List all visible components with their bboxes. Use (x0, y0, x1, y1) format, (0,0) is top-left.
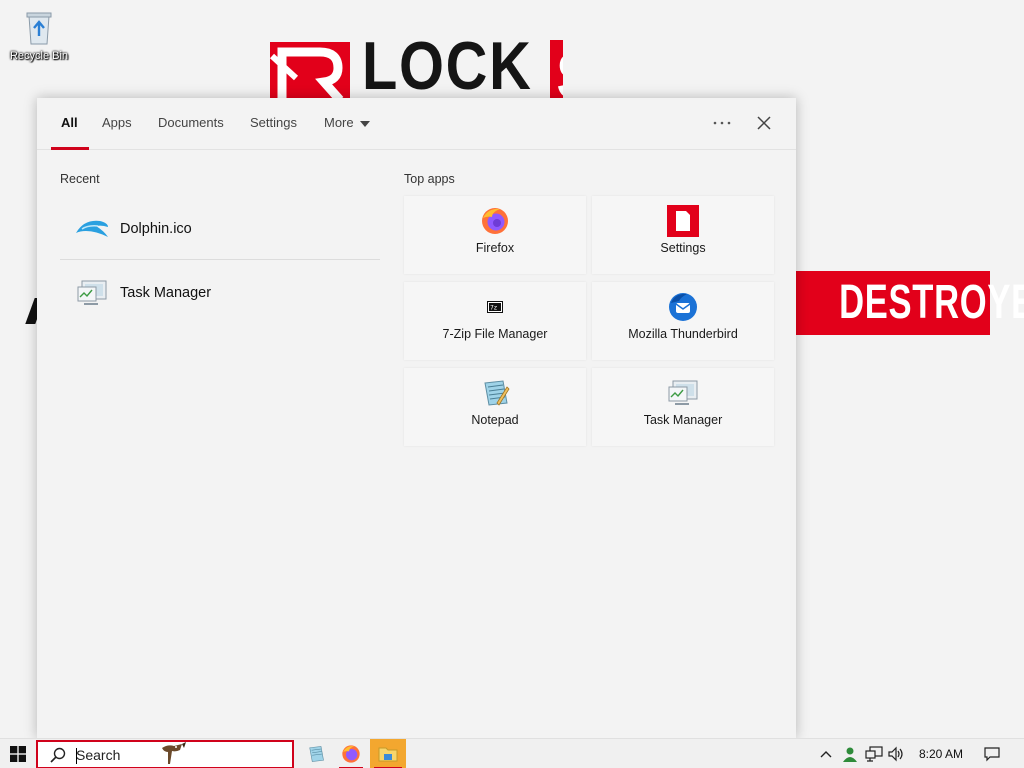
firefox-icon (342, 745, 360, 763)
top-app-settings[interactable]: Settings (592, 196, 774, 274)
recycle-bin-label: Recycle Bin (9, 50, 69, 62)
wallpaper-logo (269, 42, 350, 100)
thunderbird-icon (667, 291, 699, 323)
recent-item-label: Dolphin.ico (120, 221, 192, 237)
wallpaper-destroyed-text: DESTROYED (839, 276, 1024, 329)
more-options-button[interactable] (708, 110, 736, 136)
top-app-label: Firefox (475, 241, 515, 255)
wallpaper-lock-text: LOCK (362, 38, 533, 100)
task-manager-icon (667, 377, 699, 409)
top-app-label: Mozilla Thunderbird (628, 327, 738, 341)
network-icon (865, 746, 883, 762)
taskbar-clock[interactable]: 8:20 AM (910, 739, 972, 768)
settings-icon (667, 205, 699, 237)
file-explorer-icon (378, 747, 398, 762)
tab-more-label: More (324, 115, 354, 130)
taskbar-notepad[interactable] (300, 739, 332, 768)
svg-text:7z: 7z (490, 305, 497, 312)
search-highlight-icon (162, 742, 186, 764)
top-app-7zip[interactable]: 7z 7-Zip File Manager (404, 282, 586, 360)
close-icon (757, 116, 771, 130)
text-cursor (76, 748, 77, 764)
7zip-icon: 7z (479, 291, 511, 323)
recycle-bin-icon (19, 8, 59, 48)
recent-divider (60, 259, 380, 260)
task-manager-icon (74, 279, 110, 307)
start-button[interactable] (0, 739, 36, 768)
recent-heading: Recent (60, 172, 100, 186)
close-button[interactable] (750, 110, 778, 136)
taskbar-search-box[interactable] (36, 740, 294, 768)
search-panel: All Apps Documents Settings More Recent … (37, 98, 796, 738)
ellipsis-icon (713, 121, 731, 125)
tray-user-network[interactable] (840, 739, 860, 768)
wallpaper-banner: LOCK SHIT 50 (268, 38, 563, 100)
dolphin-icon (74, 215, 110, 243)
top-app-firefox[interactable]: Firefox (404, 196, 586, 274)
taskbar-firefox[interactable] (335, 739, 367, 768)
notepad-icon (309, 746, 324, 762)
search-icon (50, 747, 66, 763)
tab-settings[interactable]: Settings (250, 98, 297, 148)
user-network-icon (843, 747, 857, 762)
recent-item-task-manager[interactable]: Task Manager (60, 265, 380, 321)
top-app-label: Settings (660, 241, 706, 255)
top-apps-heading: Top apps (404, 172, 455, 186)
caret-down-icon (359, 120, 370, 127)
action-center-button[interactable] (980, 739, 1004, 768)
top-app-task-manager[interactable]: Task Manager (592, 368, 774, 446)
notepad-icon (479, 377, 511, 409)
chevron-up-icon (820, 751, 832, 758)
top-app-label: Notepad (471, 413, 519, 427)
volume-icon (888, 746, 903, 762)
tab-apps[interactable]: Apps (102, 98, 132, 148)
tab-all[interactable]: All (51, 98, 89, 150)
notification-icon (984, 747, 1000, 762)
wallpaper-shit-text: SHIT 50 (550, 40, 563, 100)
taskbar: 8:20 AM (0, 738, 1024, 768)
tab-documents[interactable]: Documents (158, 98, 224, 148)
wallpaper-destroyed: DESTROYED (796, 271, 1024, 335)
recent-item-label: Task Manager (120, 285, 212, 301)
search-tabs-bar: All Apps Documents Settings More (37, 98, 796, 150)
tray-network[interactable] (864, 739, 884, 768)
recent-item-dolphin[interactable]: Dolphin.ico (60, 201, 380, 257)
windows-logo-icon (10, 746, 26, 762)
recycle-bin-shortcut[interactable]: Recycle Bin (6, 8, 72, 62)
top-app-notepad[interactable]: Notepad (404, 368, 586, 446)
top-app-thunderbird[interactable]: Mozilla Thunderbird (592, 282, 774, 360)
firefox-icon (479, 205, 511, 237)
top-app-label: Task Manager (643, 413, 723, 427)
tab-more[interactable]: More (324, 98, 370, 148)
taskbar-file-explorer[interactable] (370, 739, 406, 768)
top-app-label: 7-Zip File Manager (442, 327, 548, 341)
show-hidden-icons-button[interactable] (816, 739, 836, 768)
tray-volume[interactable] (886, 739, 906, 768)
